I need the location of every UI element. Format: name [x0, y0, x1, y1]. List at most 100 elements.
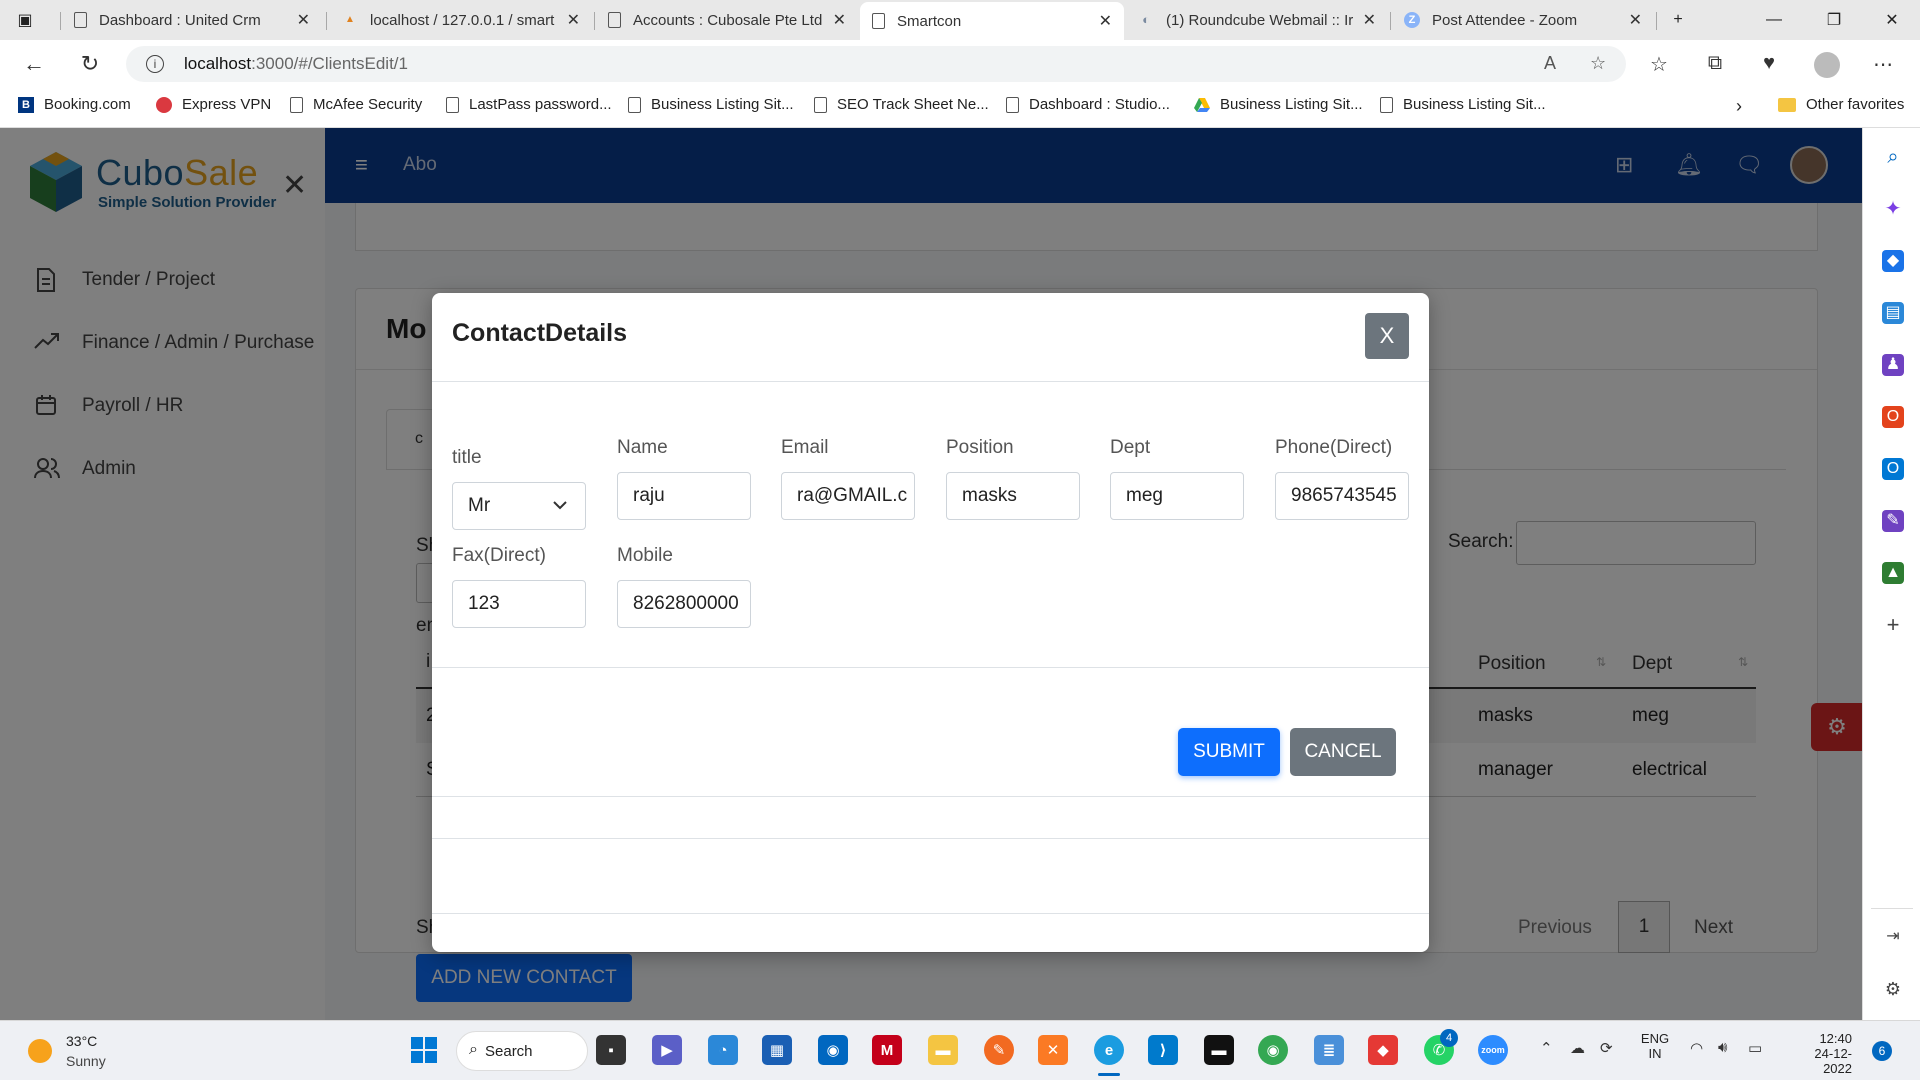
onedrive-icon[interactable]: ☁ — [1570, 1039, 1585, 1057]
tab-actions-icon[interactable]: ▣ — [0, 0, 50, 40]
modal-close-button[interactable]: X — [1365, 313, 1409, 359]
browser-tab[interactable]: Accounts : Cubosale Pte Ltd ✕ — [596, 4, 858, 36]
collections-icon[interactable]: ⧉ — [1702, 52, 1728, 75]
chevron-up-icon[interactable]: ⌃ — [1540, 1039, 1553, 1057]
submit-button[interactable]: SUBMIT — [1178, 728, 1280, 776]
browser-tab[interactable]: Dashboard : United Crm ✕ — [62, 4, 322, 36]
battery-icon[interactable]: ▭ — [1748, 1039, 1762, 1057]
bookmark-item[interactable]: LastPass password... — [446, 96, 612, 113]
restore-icon[interactable]: ❐ — [1806, 0, 1862, 40]
weather-condition[interactable]: Sunny — [66, 1053, 106, 1069]
tag-icon[interactable]: ◆ — [1882, 250, 1904, 272]
bookmark-label: Business Listing Sit... — [1220, 96, 1363, 113]
language-indicator[interactable]: ENG IN — [1638, 1031, 1672, 1061]
add-icon[interactable]: + — [1882, 614, 1904, 636]
dept-input-value: meg — [1126, 485, 1163, 506]
close-tab-icon[interactable]: ✕ — [567, 10, 580, 30]
taskbar-search[interactable]: ⌕ Search — [456, 1031, 588, 1071]
task-view-icon[interactable]: ▪ — [596, 1035, 626, 1065]
mcafee-icon[interactable]: M — [872, 1035, 902, 1065]
bookmark-item[interactable]: Dashboard : Studio... — [1006, 96, 1170, 113]
chevron-right-icon[interactable]: › — [1736, 96, 1742, 117]
dept-input[interactable]: meg — [1110, 472, 1244, 520]
refresh-icon[interactable]: ↻ — [74, 48, 106, 80]
app-icon[interactable]: ◉ — [818, 1035, 848, 1065]
position-input[interactable]: masks — [946, 472, 1080, 520]
browser-tab[interactable]: Z Post Attendee - Zoom ✕ — [1392, 4, 1654, 36]
bookmark-item[interactable]: Business Listing Sit... — [628, 96, 794, 113]
file-explorer-icon[interactable]: ▬ — [928, 1035, 958, 1065]
toolbox-icon[interactable]: ▤ — [1882, 302, 1904, 324]
zoom-icon[interactable]: zoom — [1478, 1035, 1508, 1065]
xampp-icon[interactable]: ✕ — [1038, 1035, 1068, 1065]
email-input[interactable]: ra@GMAIL.c — [781, 472, 915, 520]
page-icon — [608, 12, 621, 28]
volume-icon[interactable]: 🔊︎ — [1718, 1039, 1727, 1056]
profile-icon[interactable] — [1814, 52, 1840, 84]
bookmark-item[interactable]: B Booking.com — [18, 96, 131, 113]
notepad-icon[interactable]: ≣ — [1314, 1035, 1344, 1065]
office-icon[interactable]: O — [1882, 406, 1904, 428]
close-tab-icon[interactable]: ✕ — [297, 10, 310, 30]
read-aloud-icon[interactable]: A — [1544, 53, 1556, 74]
address-bar-row: ← ↻ i localhost:3000/#/ClientsEdit/1 A ☆… — [0, 40, 1920, 86]
close-tab-icon[interactable]: ✕ — [1363, 10, 1376, 30]
notification-badge[interactable]: 6 — [1872, 1041, 1892, 1061]
site-info-icon[interactable]: i — [146, 55, 164, 73]
bookmark-item[interactable]: Express VPN — [156, 96, 271, 113]
tree-icon[interactable]: ▲ — [1882, 562, 1904, 584]
new-tab-icon[interactable]: + — [1650, 0, 1706, 40]
url-field[interactable]: i localhost:3000/#/ClientsEdit/1 A ☆ — [126, 46, 1626, 82]
minimize-icon[interactable]: — — [1746, 0, 1802, 40]
copilot-icon[interactable]: ✦ — [1882, 198, 1904, 220]
cancel-button[interactable]: CANCEL — [1290, 728, 1396, 776]
name-input[interactable]: raju — [617, 472, 751, 520]
more-menu-icon[interactable]: ⋯ — [1870, 52, 1896, 77]
bookmark-item[interactable]: Business Listing Sit... — [1380, 96, 1546, 113]
heart-monitor-icon[interactable]: ♥ — [1756, 52, 1782, 75]
close-tab-icon[interactable]: ✕ — [1629, 10, 1642, 30]
browser-tab[interactable]: ▲ localhost / 127.0.0.1 / smart ✕ — [330, 4, 592, 36]
bookmark-item[interactable]: Business Listing Sit... — [1194, 96, 1363, 113]
phone-input[interactable]: 9865743545 — [1275, 472, 1409, 520]
postman-icon[interactable]: ✎ — [984, 1035, 1014, 1065]
games-icon[interactable]: ♟ — [1882, 354, 1904, 376]
settings-icon[interactable]: ⚙ — [1882, 978, 1904, 1000]
store-icon[interactable]: ▦ — [762, 1035, 792, 1065]
fax-input[interactable]: 123 — [452, 580, 586, 628]
chrome-icon[interactable]: ◉ — [1258, 1035, 1288, 1065]
weather-temperature[interactable]: 33°C — [66, 1033, 97, 1049]
close-window-icon[interactable]: ✕ — [1864, 0, 1920, 40]
bookmarks-bar: B Booking.com Express VPN McAfee Security… — [0, 86, 1920, 128]
teams-chat-icon[interactable]: ▶ — [652, 1035, 682, 1065]
bookmark-item[interactable]: SEO Track Sheet Ne... — [814, 96, 989, 113]
outlook-icon[interactable]: O — [1882, 458, 1904, 480]
bookmark-item[interactable]: McAfee Security — [290, 96, 422, 113]
add-favorite-icon[interactable]: ☆ — [1590, 53, 1606, 74]
start-icon[interactable] — [409, 1035, 439, 1065]
vscode-icon[interactable]: ⟩ — [1148, 1035, 1178, 1065]
hide-sidebar-icon[interactable]: ⇥ — [1882, 926, 1904, 948]
edge-icon[interactable]: e — [1094, 1035, 1124, 1065]
close-tab-icon[interactable]: ✕ — [1099, 11, 1112, 31]
widgets-icon[interactable]: ◔ — [708, 1035, 738, 1065]
close-tab-icon[interactable]: ✕ — [833, 10, 846, 30]
bookmark-label: Business Listing Sit... — [651, 96, 794, 113]
other-favorites[interactable]: Other favorites — [1778, 96, 1904, 113]
sync-icon[interactable]: ⟳ — [1600, 1039, 1613, 1057]
terminal-icon[interactable]: ▬ — [1204, 1035, 1234, 1065]
browser-tab[interactable]: ◐ (1) Roundcube Webmail :: Ir ✕ — [1126, 4, 1388, 36]
search-icon[interactable]: ⌕ — [1882, 146, 1904, 168]
tab-separator — [326, 12, 327, 30]
wifi-icon[interactable]: ◠ — [1690, 1039, 1703, 1057]
title-select[interactable]: Mr — [452, 482, 586, 530]
mobile-input[interactable]: 8262800000 — [617, 580, 751, 628]
favorites-icon[interactable]: ☆ — [1646, 52, 1672, 77]
browser-tab-active[interactable]: Smartcon ✕ — [860, 2, 1124, 40]
anydesk-icon[interactable]: ◆ — [1368, 1035, 1398, 1065]
tab-title: localhost / 127.0.0.1 / smart — [370, 11, 555, 29]
sun-icon[interactable] — [28, 1039, 52, 1063]
clock[interactable]: 12:40 24-12-2022 — [1790, 1031, 1852, 1076]
designer-icon[interactable]: ✎ — [1882, 510, 1904, 532]
back-icon[interactable]: ← — [18, 48, 50, 80]
